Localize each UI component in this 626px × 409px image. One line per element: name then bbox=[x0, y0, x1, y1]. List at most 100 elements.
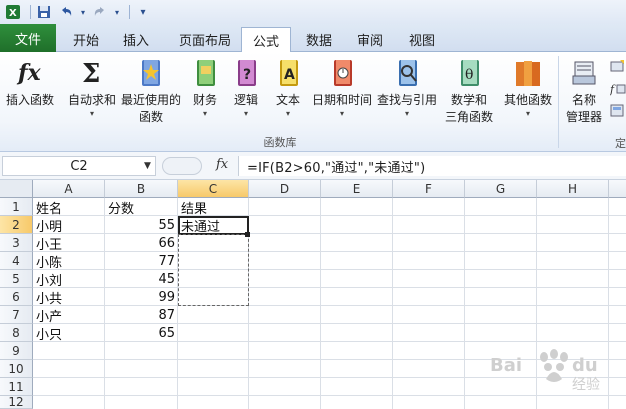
redo-icon[interactable] bbox=[91, 3, 109, 21]
cell-c1[interactable]: 结果 bbox=[178, 198, 249, 217]
row-header-9[interactable]: 9 bbox=[0, 342, 33, 360]
row-header-5[interactable]: 5 bbox=[0, 270, 33, 288]
column-header-c[interactable]: C bbox=[178, 180, 249, 198]
column-header-f[interactable]: F bbox=[393, 180, 465, 198]
insert-function-fx-icon[interactable]: fx bbox=[216, 157, 228, 172]
active-cell-border bbox=[178, 216, 249, 235]
tab-formulas[interactable]: 公式 bbox=[241, 27, 291, 52]
row-header-7[interactable]: 7 bbox=[0, 306, 33, 324]
chevron-down-icon[interactable]: ▼ bbox=[144, 161, 151, 171]
formula-bar: C2 ▼ fx =IF(B2>60,"通过","未通过") bbox=[0, 152, 626, 180]
datetime-book-icon bbox=[327, 56, 357, 88]
text-button[interactable]: A 文本 ▾ bbox=[270, 56, 306, 118]
fx-icon: fx bbox=[15, 56, 45, 88]
row-header-4[interactable]: 4 bbox=[0, 252, 33, 270]
row-header-10[interactable]: 10 bbox=[0, 360, 33, 378]
insert-function-label: 插入函数 bbox=[5, 93, 54, 107]
chevron-down-icon: ▾ bbox=[404, 109, 409, 118]
financial-button[interactable]: 财务 ▾ bbox=[188, 56, 222, 118]
baidu-paw-logo-icon: Bai du 经验 bbox=[490, 349, 600, 393]
group-separator bbox=[558, 56, 559, 148]
ribbon-tabs: 文件 开始 插入 页面布局 公式 数据 审阅 视图 bbox=[0, 24, 626, 52]
customize-qat-icon[interactable]: ▾ bbox=[134, 3, 152, 21]
chevron-down-icon: ▾ bbox=[285, 109, 290, 118]
tab-home[interactable]: 开始 bbox=[62, 27, 110, 52]
cell-b1[interactable]: 分数 bbox=[105, 198, 178, 217]
column-header-a[interactable]: A bbox=[33, 180, 105, 198]
grid-line bbox=[33, 395, 626, 396]
logical-label: 逻辑 bbox=[233, 93, 258, 107]
cell-b8[interactable]: 65 bbox=[105, 324, 178, 342]
row-header-12[interactable]: 12 bbox=[0, 395, 33, 409]
save-icon[interactable] bbox=[35, 3, 53, 21]
cell-b3[interactable]: 66 bbox=[105, 234, 178, 252]
svg-text:经验: 经验 bbox=[572, 377, 600, 393]
undo-icon[interactable] bbox=[57, 3, 75, 21]
fill-range-marquee bbox=[178, 234, 249, 306]
use-in-formula-icon[interactable]: f bbox=[609, 82, 626, 96]
tab-page-layout[interactable]: 页面布局 bbox=[166, 27, 244, 52]
quick-access-toolbar: X ▾ ▾ ▾ bbox=[0, 0, 626, 24]
create-from-selection-icon[interactable] bbox=[610, 104, 626, 118]
column-header-h[interactable]: H bbox=[537, 180, 609, 198]
datetime-button[interactable]: 日期和时间 ▾ bbox=[311, 56, 373, 118]
row-header-11[interactable]: 11 bbox=[0, 378, 33, 396]
cell-a6[interactable]: 小共 bbox=[33, 288, 105, 307]
name-box[interactable]: C2 bbox=[2, 156, 156, 176]
tab-review[interactable]: 审阅 bbox=[346, 27, 394, 52]
lookup-reference-label: 查找与引用 bbox=[376, 93, 437, 107]
row-header-6[interactable]: 6 bbox=[0, 288, 33, 306]
autosum-button[interactable]: Σ 自动求和 ▾ bbox=[64, 56, 120, 118]
cell-b2[interactable]: 55 bbox=[105, 216, 178, 234]
row-header-2[interactable]: 2 bbox=[0, 216, 33, 234]
logical-book-icon: ? bbox=[231, 56, 261, 88]
tab-insert[interactable]: 插入 bbox=[112, 27, 160, 52]
cell-b6[interactable]: 99 bbox=[105, 288, 178, 306]
cell-b5[interactable]: 45 bbox=[105, 270, 178, 288]
more-functions-button[interactable]: 其他函数 ▾ bbox=[500, 56, 556, 118]
formula-input[interactable]: =IF(B2>60,"通过","未通过") bbox=[238, 156, 626, 176]
cell-a7[interactable]: 小产 bbox=[33, 306, 105, 325]
name-manager-label-2: 管理器 bbox=[565, 110, 602, 124]
formula-text: =IF(B2>60,"通过","未通过") bbox=[247, 160, 426, 176]
cell-a8[interactable]: 小只 bbox=[33, 324, 105, 343]
tab-data[interactable]: 数据 bbox=[295, 27, 343, 52]
column-header-g[interactable]: G bbox=[465, 180, 537, 198]
recent-functions-button[interactable]: 最近使用的 函数 bbox=[120, 56, 182, 125]
logical-button[interactable]: ? 逻辑 ▾ bbox=[229, 56, 263, 118]
column-header-e[interactable]: E bbox=[321, 180, 393, 198]
row-header-3[interactable]: 3 bbox=[0, 234, 33, 252]
svg-text:A: A bbox=[284, 67, 295, 83]
redo-dropdown-icon[interactable]: ▾ bbox=[113, 3, 121, 21]
text-book-icon: A bbox=[273, 56, 303, 88]
define-name-icon[interactable] bbox=[610, 60, 626, 74]
cell-a3[interactable]: 小王 bbox=[33, 234, 105, 253]
row-header-1[interactable]: 1 bbox=[0, 198, 33, 216]
fill-handle[interactable] bbox=[245, 232, 250, 237]
tab-view[interactable]: 视图 bbox=[398, 27, 446, 52]
column-header-d[interactable]: D bbox=[249, 180, 321, 198]
svg-text:Σ: Σ bbox=[82, 59, 100, 88]
tab-file[interactable]: 文件 bbox=[0, 24, 56, 52]
cell-a2[interactable]: 小明 bbox=[33, 216, 105, 235]
qat-separator bbox=[30, 5, 31, 19]
function-library-group-label: 函数库 bbox=[263, 136, 297, 149]
chevron-down-icon: ▾ bbox=[339, 109, 344, 118]
row-header-8[interactable]: 8 bbox=[0, 324, 33, 342]
column-header-b[interactable]: B bbox=[105, 180, 178, 198]
formula-bar-buttons[interactable] bbox=[162, 157, 202, 175]
insert-function-button[interactable]: fx 插入函数 bbox=[4, 56, 56, 108]
name-manager-button[interactable]: 名称 管理器 bbox=[562, 56, 606, 125]
cell-b4[interactable]: 77 bbox=[105, 252, 178, 270]
svg-text:fx: fx bbox=[16, 60, 41, 86]
lookup-reference-button[interactable]: 查找与引用 ▾ bbox=[376, 56, 438, 118]
undo-dropdown-icon[interactable]: ▾ bbox=[79, 3, 87, 21]
cell-a4[interactable]: 小陈 bbox=[33, 252, 105, 271]
select-all-corner[interactable] bbox=[0, 180, 33, 198]
cell-a1[interactable]: 姓名 bbox=[33, 198, 105, 217]
column-header-partial[interactable] bbox=[609, 180, 626, 198]
cell-b7[interactable]: 87 bbox=[105, 306, 178, 324]
math-trig-button[interactable]: θ 数学和 三角函数 bbox=[440, 56, 498, 125]
defined-names-group-label: 定 bbox=[615, 137, 626, 150]
cell-a5[interactable]: 小刘 bbox=[33, 270, 105, 289]
